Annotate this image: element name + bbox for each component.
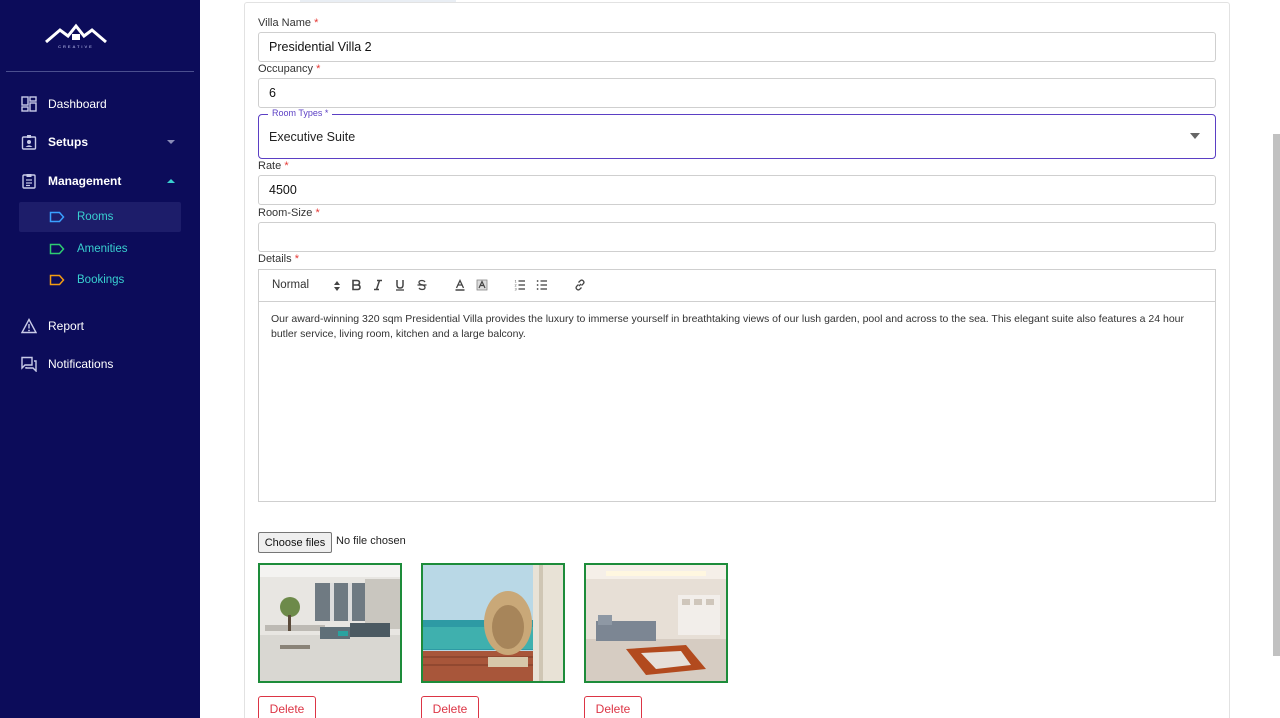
room-types-label: Room Types * [268,108,333,118]
rate-label: Rate * [258,160,289,172]
sidebar-subitem-label: Amenities [77,243,128,255]
rate-input[interactable]: 4500 [258,175,1216,205]
villa-name-input[interactable]: Presidential Villa 2 [258,32,1216,62]
text-color-icon[interactable] [453,278,467,292]
sidebar-item-management[interactable]: Management [0,166,200,196]
scrollbar[interactable] [1273,134,1280,656]
top-accent [300,0,456,2]
sidebar-item-label: Dashboard [48,97,107,111]
svg-text:3: 3 [515,288,517,292]
sidebar-subitem-bookings[interactable]: Bookings [19,265,181,295]
italic-icon[interactable] [371,278,385,292]
details-label: Details * [258,253,299,265]
sidebar-subitem-label: Rooms [77,211,114,223]
background-color-icon[interactable] [475,278,489,292]
room-image-3 [584,563,728,683]
sidebar-item-notifications[interactable]: Notifications [0,349,200,379]
strikethrough-icon[interactable] [415,278,429,292]
sidebar-item-label: Management [48,174,122,188]
label-icon [49,243,65,255]
delete-button[interactable]: Delete [421,696,479,718]
lounge-image [586,565,726,681]
forum-icon [20,356,37,373]
delete-button[interactable]: Delete [258,696,316,718]
label-icon [49,274,65,286]
chevron-down-icon [167,140,175,144]
logo-text: CREATIVE [58,44,94,49]
occupancy-label: Occupancy * [258,63,321,75]
badge-icon [20,134,37,151]
bullet-list-icon[interactable] [535,278,549,292]
room-image-2 [421,563,565,683]
file-status-text: No file chosen [336,535,406,547]
sidebar-divider [6,71,194,72]
sidebar-subitem-rooms[interactable]: Rooms [19,202,181,232]
chevron-up-icon [167,179,175,183]
rich-text-editor: Normal 123 Our award-winning 320 sqm Pre… [258,269,1216,502]
choose-files-button[interactable]: Choose files [258,532,332,553]
villa-name-label: Villa Name * [258,17,319,29]
sidebar-item-report[interactable]: Report [0,311,200,341]
link-icon[interactable] [573,278,587,292]
bold-icon[interactable] [349,278,363,292]
dashboard-icon [20,96,37,113]
room-types-select[interactable]: Executive Suite [258,114,1216,159]
updown-arrows-icon[interactable] [333,280,341,292]
room-image-1 [258,563,402,683]
delete-button[interactable]: Delete [584,696,642,718]
sidebar-item-label: Notifications [48,357,114,371]
sidebar-item-label: Setups [48,135,89,149]
sidebar: CREATIVE Dashboard Setups Management Roo… [0,0,200,718]
underline-icon[interactable] [393,278,407,292]
sea-balcony-image [423,565,563,681]
dropdown-arrow-icon[interactable] [1190,133,1200,139]
sidebar-item-setups[interactable]: Setups [0,127,200,157]
room-types-value: Executive Suite [269,129,356,144]
warning-icon [20,318,37,335]
clipboard-icon [20,173,37,190]
sidebar-subitem-label: Bookings [77,274,125,286]
label-icon [49,211,65,223]
details-text[interactable]: Our award-winning 320 sqm Presidential V… [271,312,1207,342]
occupancy-input[interactable]: 6 [258,78,1216,108]
room-size-label: Room-Size * [258,207,320,219]
sidebar-item-dashboard[interactable]: Dashboard [0,89,200,119]
ordered-list-icon[interactable]: 123 [513,278,527,292]
sidebar-subitem-amenities[interactable]: Amenities [19,234,181,264]
room-size-input[interactable] [258,222,1216,252]
living-room-image [260,565,400,681]
sidebar-item-label: Report [48,319,85,333]
editor-toolbar: Normal 123 [259,270,1215,302]
header-select[interactable]: Normal [272,279,309,291]
